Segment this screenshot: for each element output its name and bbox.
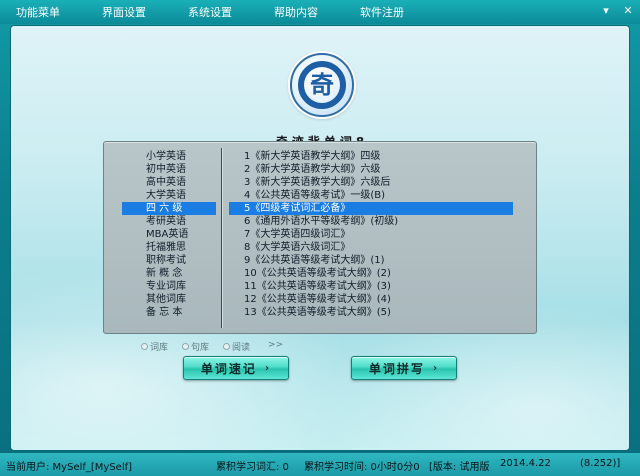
window-controls: ▾ ✕ [598,4,636,18]
radio-label: 句库 [191,343,210,353]
radio-sentence-library[interactable]: 句库 [182,340,209,353]
category-item[interactable]: 专业词库 [122,280,216,293]
category-item[interactable]: 大学英语 [122,189,216,202]
book-item[interactable]: 7《大学英语四级词汇》 [229,228,513,241]
more-link[interactable]: >> [268,340,283,353]
book-item[interactable]: 12《公共英语等级考试大纲》(4) [229,293,513,306]
menu-bar: 功能菜单 界面设置 系统设置 帮助内容 软件注册 ▾ ✕ [0,0,640,24]
category-item[interactable]: 初中英语 [122,163,216,176]
book-list: 1《新大学英语教学大纲》四级 2《新大学英语教学大纲》六级 3《新大学英语教学大纲》… [229,150,513,319]
status-build: (8.252)] [580,458,621,469]
radio-label: 阅读 [232,343,251,353]
category-item[interactable]: 托福雅思 [122,241,216,254]
source-radio-group: 词库 句库 阅读 >> [141,340,283,353]
book-item[interactable]: 3《新大学英语教学大纲》六级后 [229,176,513,189]
book-item[interactable]: 4《公共英语等级考试》一级(B) [229,189,513,202]
app-logo: 奇 [290,53,354,117]
minimize-icon[interactable]: ▾ [598,4,614,18]
chevron-right-icon: › [264,362,272,374]
status-bar: 当前用户: MySelf_[MySelf] 累积学习词汇: 0 累积学习时间: … [0,453,640,476]
category-item[interactable]: 考研英语 [122,215,216,228]
menu-register[interactable]: 软件注册 [342,4,428,20]
radio-reading[interactable]: 阅读 [223,340,250,353]
category-item[interactable]: 新 概 念 [122,267,216,280]
book-item[interactable]: 13《公共英语等级考试大纲》(5) [229,306,513,319]
status-user: 当前用户: MySelf_[MySelf] [6,462,133,473]
menu-help[interactable]: 帮助内容 [256,4,342,20]
spelling-button-label: 单词拼写 [368,361,425,376]
radio-dot-icon [141,343,148,350]
logo-glyph-icon: 奇 [310,71,334,99]
book-item[interactable]: 8《大学英语六级词汇》 [229,241,513,254]
book-item[interactable]: 1《新大学英语教学大纲》四级 [229,150,513,163]
list-divider [221,148,223,328]
menu-function[interactable]: 功能菜单 [0,4,84,20]
radio-label: 词库 [150,343,169,353]
main-panel: 奇 奇迹背单词8 小学英语初中英语高中英语大学英语四 六 级考研英语MBA英语托… [10,25,630,451]
category-item[interactable]: 高中英语 [122,176,216,189]
book-item[interactable]: 9《公共英语等级考试大纲》(1) [229,254,513,267]
spelling-button[interactable]: 单词拼写 › [351,356,457,380]
category-item[interactable]: 小学英语 [122,150,216,163]
status-date: 2014.4.22 [500,458,551,469]
book-item[interactable]: 10《公共英语等级考试大纲》(2) [229,267,513,280]
status-time: 累积学习时间: 0小时0分0 [304,462,420,473]
memorize-button-label: 单词速记 [200,361,257,376]
radio-word-library[interactable]: 词库 [141,340,168,353]
chevron-right-icon: › [432,362,440,374]
radio-dot-icon [182,343,190,350]
book-item[interactable]: 2《新大学英语教学大纲》六级 [229,163,513,176]
category-item[interactable]: 其他词库 [122,293,216,306]
memorize-button[interactable]: 单词速记 › [183,356,289,380]
category-item[interactable]: 职称考试 [122,254,216,267]
book-item[interactable]: 6《通用外语水平等级考纲》(初级) [229,215,513,228]
status-version: [版本: 试用版 [429,462,490,473]
book-item[interactable]: 5《四级考试词汇必备》 [229,202,513,215]
category-list: 小学英语 初中英语 高中英语 大学英语四 六 级考研英语 MBA英语 托福雅思 职称考试新 … [122,150,216,319]
app-window: 功能菜单 界面设置 系统设置 帮助内容 软件注册 ▾ ✕ 奇 奇迹背单词8 小学… [0,0,640,476]
book-item[interactable]: 11《公共英语等级考试大纲》(3) [229,280,513,293]
library-box: 小学英语 初中英语 高中英语 大学英语四 六 级考研英语 MBA英语 托福雅思 职称考试新 … [103,141,537,334]
radio-dot-icon [223,343,231,350]
category-item[interactable]: 备 忘 本 [122,306,216,319]
category-item[interactable]: MBA英语 [122,228,216,241]
menu-interface-settings[interactable]: 界面设置 [84,4,170,20]
menu-system-settings[interactable]: 系统设置 [170,4,256,20]
close-icon[interactable]: ✕ [620,4,636,18]
status-words: 累积学习词汇: 0 [216,462,289,473]
category-item[interactable]: 四 六 级 [122,202,216,215]
